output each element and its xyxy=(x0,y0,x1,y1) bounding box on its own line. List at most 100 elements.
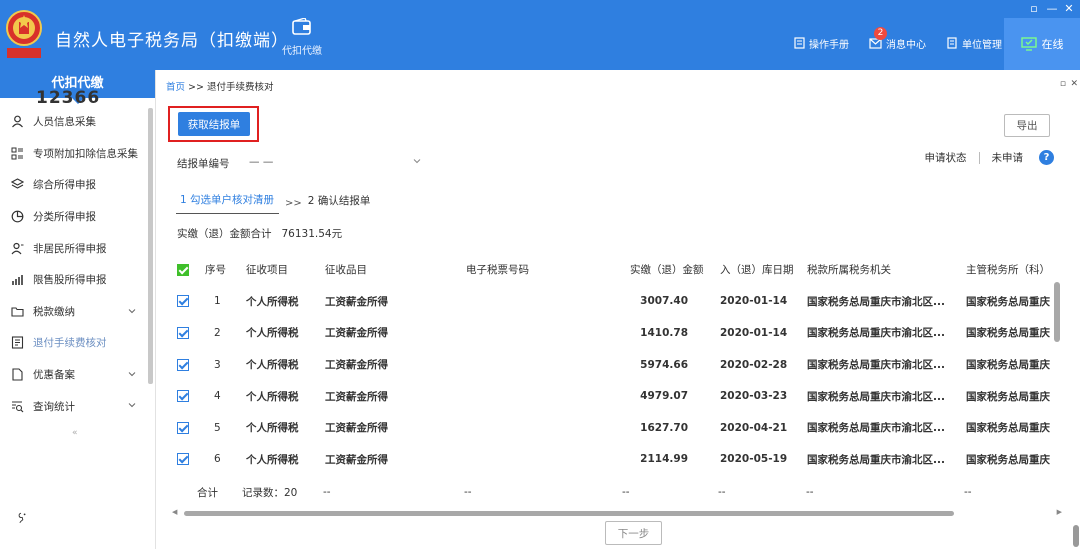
manual-button[interactable]: 操作手册 xyxy=(794,36,849,51)
close-window-button[interactable]: ✕ xyxy=(1061,2,1077,16)
row-checkbox[interactable] xyxy=(177,453,189,466)
sidebar-item-personnel-info[interactable]: 人员信息采集 xyxy=(0,106,155,138)
report-number-select[interactable]: — — xyxy=(249,152,421,172)
online-status-button[interactable]: 在线 xyxy=(1004,18,1080,70)
horizontal-scroll-thumb[interactable] xyxy=(184,511,954,516)
row-checkbox-cell[interactable] xyxy=(177,349,189,381)
breadcrumb-separator: >> xyxy=(188,82,204,93)
sidebar-item-special-deduction[interactable]: 专项附加扣除信息采集 xyxy=(0,138,155,170)
table-cell-branch: 国家税务总局重庆 xyxy=(966,295,1050,308)
column-header: 入（退）库日期 xyxy=(720,264,794,277)
table-cell-office: 国家税务总局重庆市渝北区... xyxy=(807,327,945,340)
main-vertical-scrollbar[interactable] xyxy=(1073,525,1079,547)
sidebar-item-classified-income[interactable]: 分类所得申报 xyxy=(0,201,155,233)
select-all-checkbox[interactable] xyxy=(177,263,189,276)
online-label: 在线 xyxy=(1041,38,1064,51)
sidebar-item-label: 专项附加扣除信息采集 xyxy=(33,147,138,160)
table-cell-no: 5 xyxy=(214,421,221,434)
column-header: 序号 xyxy=(205,264,226,277)
sidebar-item-nonresident-income[interactable]: 非居民所得申报 xyxy=(0,232,155,264)
hotline-logo xyxy=(18,512,26,524)
application-status: 申请状态 未申请 ? xyxy=(925,150,1054,165)
breadcrumb-home-link[interactable]: 首页 xyxy=(166,82,185,93)
help-icon[interactable]: ? xyxy=(1039,150,1054,165)
row-checkbox[interactable] xyxy=(177,295,189,308)
scroll-right-icon[interactable]: ▶ xyxy=(1057,508,1062,516)
next-step-button[interactable]: 下一步 xyxy=(605,521,662,545)
table-cell-no: 1 xyxy=(214,295,221,308)
hotline-number: 12366 xyxy=(36,88,101,108)
table-row[interactable]: 2 个人所得税 工资薪金所得 1410.78 2020-01-14 国家税务总局重庆市渝北… xyxy=(170,317,1070,349)
table-cell-subitem: 工资薪金所得 xyxy=(325,359,388,372)
minimize-window-button[interactable]: — xyxy=(1044,2,1060,16)
sidebar-item-preferential-filing[interactable]: 优惠备案 xyxy=(0,359,155,391)
chevron-down-icon xyxy=(128,308,136,313)
table-horizontal-scrollbar[interactable]: ◀ ▶ xyxy=(172,508,1062,516)
message-center-button[interactable]: 2 消息中心 xyxy=(869,26,926,51)
row-checkbox[interactable] xyxy=(177,358,189,371)
person-icon xyxy=(12,115,23,128)
row-checkbox-cell[interactable] xyxy=(177,380,189,412)
table-row[interactable]: 4 个人所得税 工资薪金所得 4979.07 2020-03-23 国家税务总局重庆市渝北… xyxy=(170,380,1070,412)
sidebar-scrollbar[interactable] xyxy=(148,108,153,384)
status-value: 未申请 xyxy=(991,152,1024,164)
row-checkbox-cell[interactable] xyxy=(177,317,189,349)
sidebar-item-label: 综合所得申报 xyxy=(33,179,96,192)
panel-restore-button[interactable]: ▫ xyxy=(1060,79,1066,89)
breadcrumb-current: 退付手续费核对 xyxy=(207,82,274,93)
table-row[interactable]: 1 个人所得税 工资薪金所得 3007.40 2020-01-14 国家税务总局重庆市渝北… xyxy=(170,286,1070,318)
table-cell-branch: 国家税务总局重庆 xyxy=(966,390,1050,403)
row-checkbox[interactable] xyxy=(177,421,189,434)
table-footer-row: 合计 记录数：20 -- -- -- -- -- -- xyxy=(170,482,1070,502)
footer-placeholder: -- xyxy=(806,486,814,498)
step-2-tab[interactable]: 2 确认结报单 xyxy=(308,193,371,214)
sidebar-item-tax-payment[interactable]: 税款缴纳 xyxy=(0,296,155,328)
sidebar-item-query-statistics[interactable]: 查询统计 xyxy=(0,390,155,422)
table-cell-office: 国家税务总局重庆市渝北区... xyxy=(807,422,945,435)
row-checkbox-cell[interactable] xyxy=(177,444,189,476)
scroll-left-icon[interactable]: ◀ xyxy=(172,508,177,516)
footer-total-label: 合计 xyxy=(197,486,218,499)
sidebar-item-refund-fee-check[interactable]: 退付手续费核对 xyxy=(0,327,155,359)
table-row[interactable]: 5 个人所得税 工资薪金所得 1627.70 2020-04-21 国家税务总局重庆市渝北… xyxy=(170,412,1070,444)
total-amount-line: 实缴（退）金额合计 76131.54元 xyxy=(177,226,342,241)
table-cell-amount: 3007.40 xyxy=(640,295,688,308)
step-1-tab[interactable]: 1 勾选单户核对清册 xyxy=(176,192,280,214)
row-checkbox-cell[interactable] xyxy=(177,412,189,444)
tax-emblem-logo xyxy=(6,10,42,58)
sidebar-item-restricted-shares[interactable]: 限售股所得申报 xyxy=(0,264,155,296)
select-all-checkbox-cell[interactable] xyxy=(177,254,189,286)
column-header: 主管税务所（科） xyxy=(966,264,1050,277)
module-withholding-button[interactable]: 代扣代缴 xyxy=(278,14,326,64)
footer-placeholder: -- xyxy=(464,486,472,498)
building-icon xyxy=(947,37,957,49)
row-checkbox[interactable] xyxy=(177,326,189,339)
fetch-report-button[interactable]: 获取结报单 xyxy=(178,112,250,136)
table-cell-no: 6 xyxy=(214,453,221,466)
row-checkbox[interactable] xyxy=(177,390,189,403)
sidebar-item-comprehensive-income[interactable]: 综合所得申报 xyxy=(0,169,155,201)
unit-management-button[interactable]: 单位管理 xyxy=(946,36,1002,51)
pie-chart-icon xyxy=(11,210,24,223)
chevron-down-icon xyxy=(128,403,136,408)
table-cell-date: 2020-05-19 xyxy=(720,453,788,466)
table-cell-item: 个人所得税 xyxy=(246,295,299,308)
footer-record-count: 记录数：20 xyxy=(242,486,298,499)
monitor-check-icon xyxy=(1020,37,1037,51)
table-vertical-scrollbar[interactable] xyxy=(1054,282,1060,342)
table-row[interactable]: 6 个人所得税 工资薪金所得 2114.99 2020-05-19 国家税务总局重庆市渝北… xyxy=(170,444,1070,476)
export-button[interactable]: 导出 xyxy=(1004,114,1050,137)
row-checkbox-cell[interactable] xyxy=(177,286,189,318)
report-number-label: 结报单编号 xyxy=(177,158,230,170)
sidebar-item-label: 人员信息采集 xyxy=(33,116,96,129)
wallet-icon xyxy=(292,18,311,35)
panel-close-button[interactable]: ✕ xyxy=(1070,79,1078,89)
table-cell-no: 3 xyxy=(214,358,221,371)
collapse-sidebar-button[interactable]: « xyxy=(72,428,78,438)
table-row[interactable]: 3 个人所得税 工资薪金所得 5974.66 2020-02-28 国家税务总局重庆市渝北… xyxy=(170,349,1070,381)
footer-placeholder: -- xyxy=(718,486,726,498)
table-cell-amount: 2114.99 xyxy=(640,453,688,466)
restore-window-button[interactable]: ▫ xyxy=(1026,2,1042,16)
chevron-down-icon xyxy=(413,159,421,164)
sidebar-item-label: 分类所得申报 xyxy=(33,211,96,224)
